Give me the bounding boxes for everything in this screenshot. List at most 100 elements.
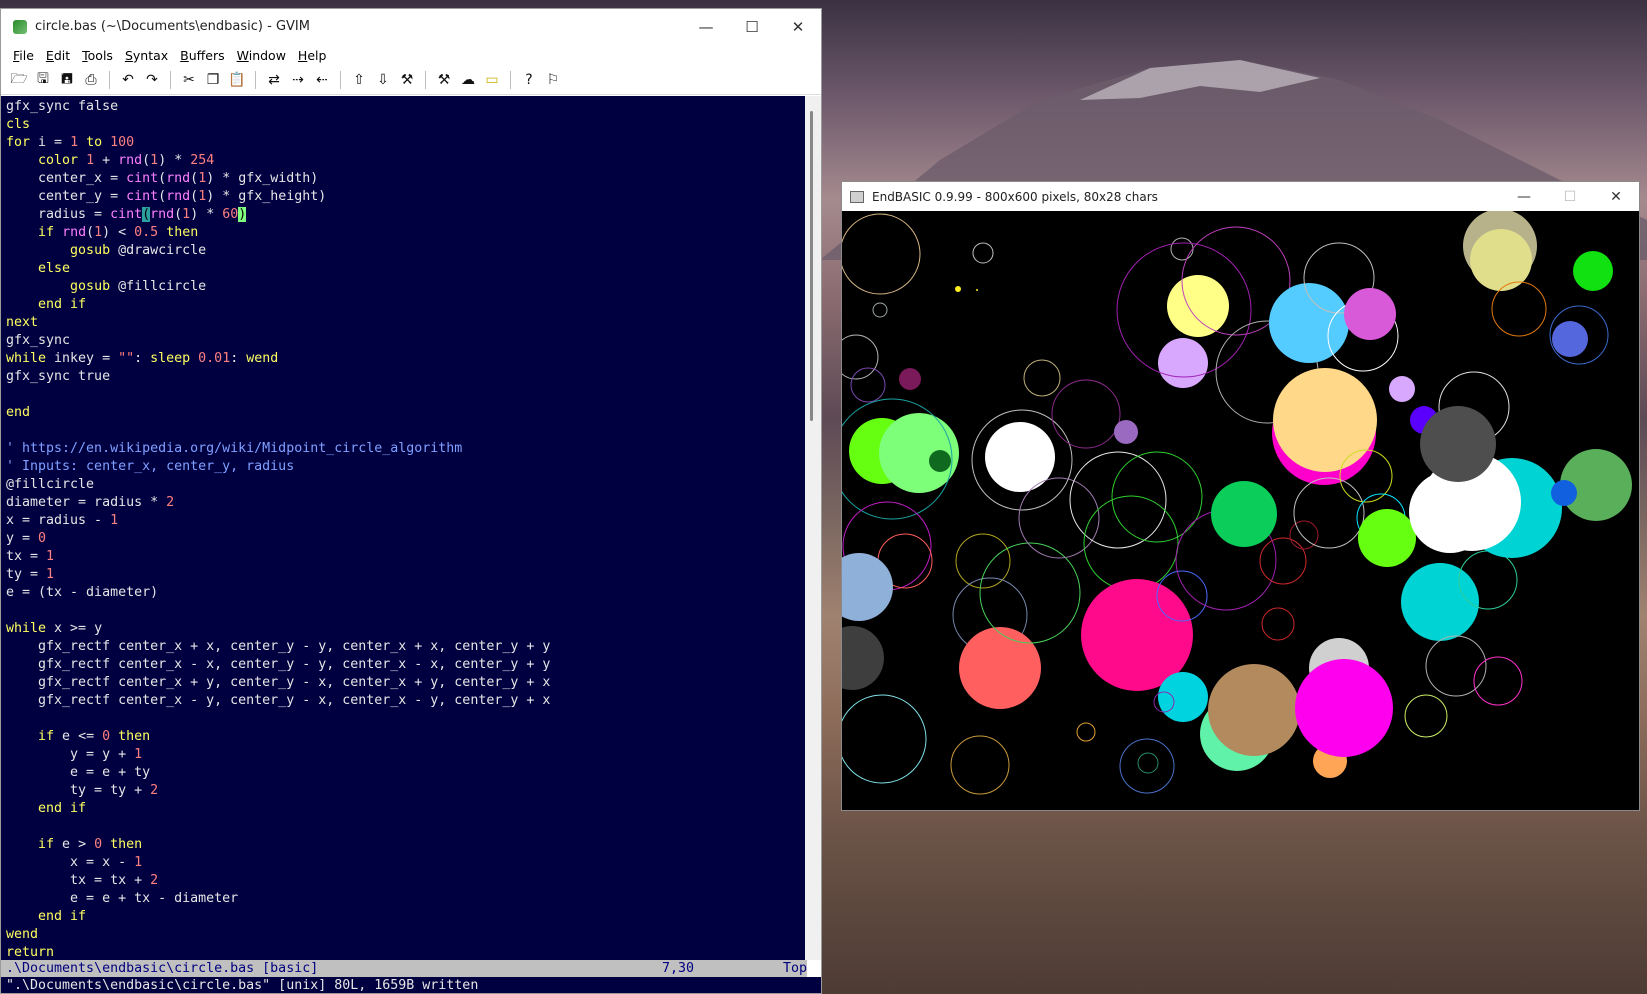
outline-circle <box>1404 694 1448 738</box>
close-button[interactable]: ✕ <box>775 18 821 36</box>
print-icon[interactable]: ⎙ <box>80 69 102 91</box>
find-prev-icon[interactable]: ⇠ <box>311 69 333 91</box>
code-token: sleep <box>150 351 191 366</box>
code-line: gfx_sync false <box>6 98 807 116</box>
outline-circle <box>1076 722 1096 742</box>
scrollbar-thumb[interactable] <box>810 111 813 421</box>
save-icon[interactable]: 🖫 <box>32 69 54 91</box>
outline-circle <box>1425 635 1487 697</box>
make-icon[interactable]: ⚒ <box>433 69 455 91</box>
find-help-icon[interactable]: ⚐ <box>542 69 564 91</box>
code-token: rnd <box>118 153 143 168</box>
menu-item-mnemonic: W <box>236 47 249 63</box>
menu-item-edit[interactable]: Edit <box>40 48 76 63</box>
graphics-canvas[interactable] <box>842 211 1640 811</box>
outline-circle <box>872 302 888 318</box>
code-line: @fillcircle <box>6 476 807 494</box>
code-token: @fillcircle <box>110 279 207 294</box>
code-token: cint <box>110 207 143 222</box>
copy-icon[interactable]: ❐ <box>202 69 224 91</box>
vertical-scrollbar[interactable] <box>805 96 821 960</box>
code-line: if rnd(1) < 0.5 then <box>6 224 807 242</box>
help-icon[interactable]: ? <box>518 69 540 91</box>
find-replace-icon[interactable]: ⇄ <box>263 69 285 91</box>
code-token: inkey = <box>46 351 119 366</box>
outline-circle <box>1023 359 1061 397</box>
code-editor[interactable]: gfx_sync false cls for i = 1 to 100 color … <box>1 96 807 960</box>
redo-icon[interactable]: ↷ <box>141 69 163 91</box>
code-token: 60 <box>222 207 239 222</box>
menu-item-label: ile <box>19 47 34 63</box>
save-session-icon[interactable]: ⇩ <box>372 69 394 91</box>
code-token: 2 <box>166 495 175 510</box>
code-token: wend <box>246 351 279 366</box>
code-line: ty = 1 <box>6 566 807 584</box>
menu-item-window[interactable]: Window <box>231 48 292 63</box>
outline-circle <box>842 694 927 784</box>
code-line: tx = tx + 2 <box>6 872 807 890</box>
undo-icon[interactable]: ↶ <box>117 69 139 91</box>
filled-circle <box>1552 321 1588 357</box>
gvim-window: circle.bas (~\Documents\endbasic) - GVIM… <box>0 8 822 994</box>
code-token: 1 <box>182 207 191 222</box>
code-token: gfx_sync <box>6 333 71 348</box>
endbasic-maximize-button: ☐ <box>1563 188 1577 205</box>
code-token: ( <box>158 171 167 186</box>
find-next-icon[interactable]: ⇢ <box>287 69 309 91</box>
code-token: gosub <box>70 243 111 258</box>
code-token: e = e + ty <box>6 765 151 780</box>
paste-icon[interactable]: 📋 <box>226 69 248 91</box>
code-text[interactable]: gfx_sync false cls for i = 1 to 100 color … <box>1 96 807 960</box>
tag-icon[interactable]: ▭ <box>481 69 503 91</box>
code-token: while <box>6 351 47 366</box>
code-token: 0 <box>38 531 47 546</box>
minimize-button[interactable]: — <box>683 18 729 36</box>
code-line: y = y + 1 <box>6 746 807 764</box>
shell-icon[interactable]: ☁ <box>457 69 479 91</box>
cut-icon[interactable]: ✂ <box>178 69 200 91</box>
load-session-icon[interactable]: ⇧ <box>348 69 370 91</box>
command-line[interactable]: ".\Documents\endbasic\circle.bas" [unix]… <box>1 977 821 993</box>
menu-item-buffers[interactable]: Buffers <box>174 48 230 63</box>
code-token: 1 <box>134 855 143 870</box>
outline-circle <box>1069 451 1167 549</box>
code-token: cls <box>6 117 31 132</box>
code-token: e > <box>54 837 95 852</box>
endbasic-close-button[interactable]: ✕ <box>1593 189 1639 205</box>
open-icon[interactable]: 🗁 <box>8 69 30 91</box>
code-token: end <box>6 405 31 420</box>
save-all-icon[interactable]: 🖪 <box>56 69 78 91</box>
filled-circle <box>1344 288 1396 340</box>
menu-item-tools[interactable]: Tools <box>76 48 119 63</box>
code-token: y = <box>6 531 39 546</box>
menu-item-help[interactable]: Help <box>292 48 333 63</box>
menu-item-syntax[interactable]: Syntax <box>119 48 174 63</box>
run-script-icon[interactable]: ⚒ <box>396 69 418 91</box>
gvim-titlebar[interactable]: circle.bas (~\Documents\endbasic) - GVIM… <box>1 9 821 44</box>
filled-circle <box>1551 480 1577 506</box>
code-token: center_x = <box>6 171 127 186</box>
menu-item-label: yntax <box>132 47 169 63</box>
code-token: gfx_rectf center_x - x, center_y - y, ce… <box>6 657 551 672</box>
code-token: 1 <box>46 549 55 564</box>
code-token: i = <box>30 135 71 150</box>
endbasic-titlebar[interactable]: EndBASIC 0.9.99 - 800x600 pixels, 80x28 … <box>842 182 1639 211</box>
code-token: gfx_sync false <box>6 99 119 114</box>
endbasic-minimize-button[interactable]: — <box>1501 189 1547 205</box>
filled-circle <box>1158 338 1208 388</box>
code-token: center_y = <box>6 189 127 204</box>
code-line: y = 0 <box>6 530 807 548</box>
menu-item-file[interactable]: File <box>7 48 40 63</box>
outline-circle <box>1261 607 1295 641</box>
code-token: ' https://en.wikipedia.org/wiki/Midpoint… <box>6 441 463 456</box>
code-line: e = e + tx - diameter <box>6 890 807 908</box>
maximize-button[interactable]: ☐ <box>729 18 775 36</box>
code-token: cint <box>126 171 159 186</box>
menubar: File Edit Tools Syntax Buffers Window Help <box>1 44 821 66</box>
code-token: else <box>38 261 71 276</box>
gvim-app-icon <box>13 19 27 34</box>
code-line: end if <box>6 908 807 926</box>
code-line: end if <box>6 296 807 314</box>
